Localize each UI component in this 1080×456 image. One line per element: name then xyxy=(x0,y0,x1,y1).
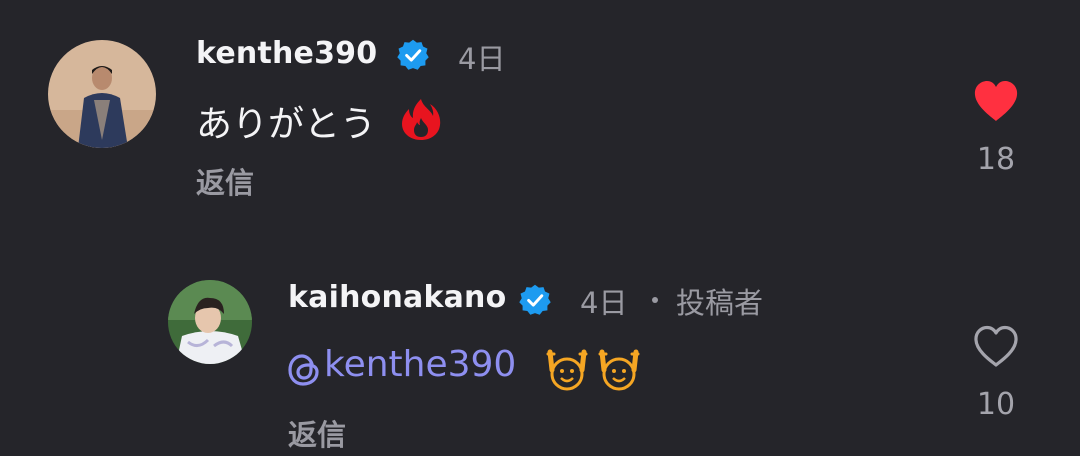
like-count: 18 xyxy=(976,142,1016,177)
heart-filled-icon[interactable] xyxy=(972,79,1020,123)
heart-outline-icon[interactable] xyxy=(972,324,1020,368)
avatar[interactable] xyxy=(168,280,252,364)
comment-text: ありがとう xyxy=(196,104,377,145)
author-tag: 投稿者 xyxy=(676,286,764,320)
like-count: 10 xyxy=(976,387,1016,422)
fire-emoji-icon xyxy=(402,99,441,140)
threads-comment-list: kenthe390 4日 ありがとう 返信 18 kaihonakano 4日 … xyxy=(0,0,1080,456)
username[interactable]: kenthe390 xyxy=(196,36,377,71)
username[interactable]: kaihonakano xyxy=(288,280,506,315)
raising-hands-emoji-icon xyxy=(598,349,640,391)
mention-text[interactable]: kenthe390 xyxy=(324,344,516,385)
reply-button[interactable]: 返信 xyxy=(288,412,346,454)
reply-button[interactable]: 返信 xyxy=(196,160,254,202)
verified-badge-icon xyxy=(397,39,429,70)
separator-dot xyxy=(652,297,658,303)
avatar[interactable] xyxy=(48,40,156,148)
timestamp: 4日 xyxy=(458,42,506,76)
verified-badge-icon xyxy=(519,284,551,315)
timestamp: 4日 xyxy=(580,286,628,320)
threads-logo-icon xyxy=(288,354,319,386)
raising-hands-emoji-icon xyxy=(546,349,588,391)
